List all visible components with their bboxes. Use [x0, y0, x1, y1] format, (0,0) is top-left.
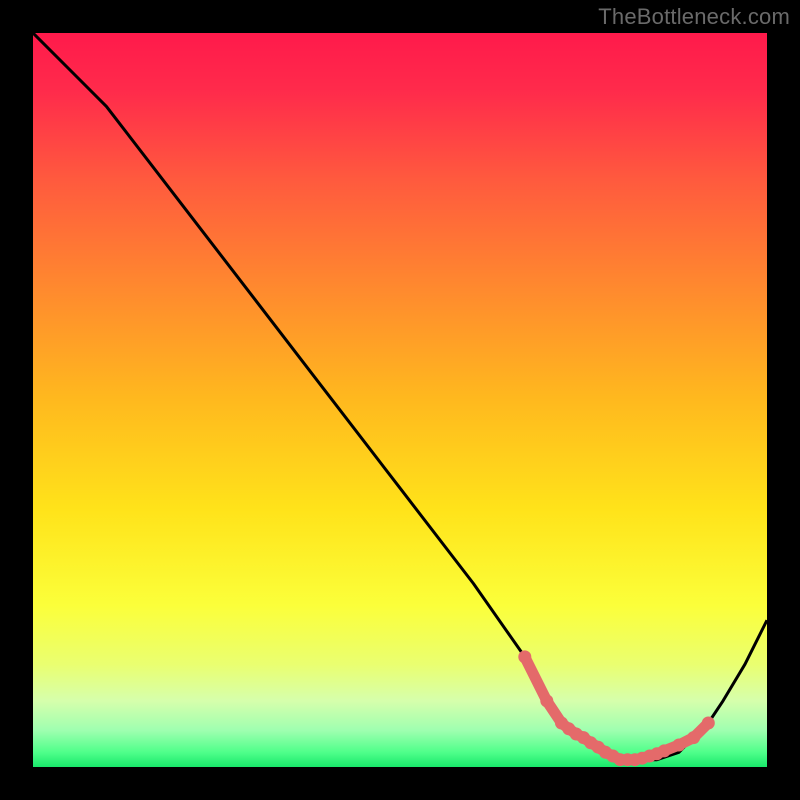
- marker-dot: [672, 739, 685, 752]
- frame: TheBottleneck.com: [0, 0, 800, 800]
- marker-dot: [540, 694, 553, 707]
- marker-dot: [518, 650, 531, 663]
- marker-dot: [702, 717, 715, 730]
- marker-dot: [658, 744, 671, 757]
- plot-area: [33, 33, 767, 767]
- heat-gradient: [33, 33, 767, 767]
- watermark-text: TheBottleneck.com: [598, 4, 790, 30]
- marker-dot: [687, 731, 700, 744]
- chart-svg: [33, 33, 767, 767]
